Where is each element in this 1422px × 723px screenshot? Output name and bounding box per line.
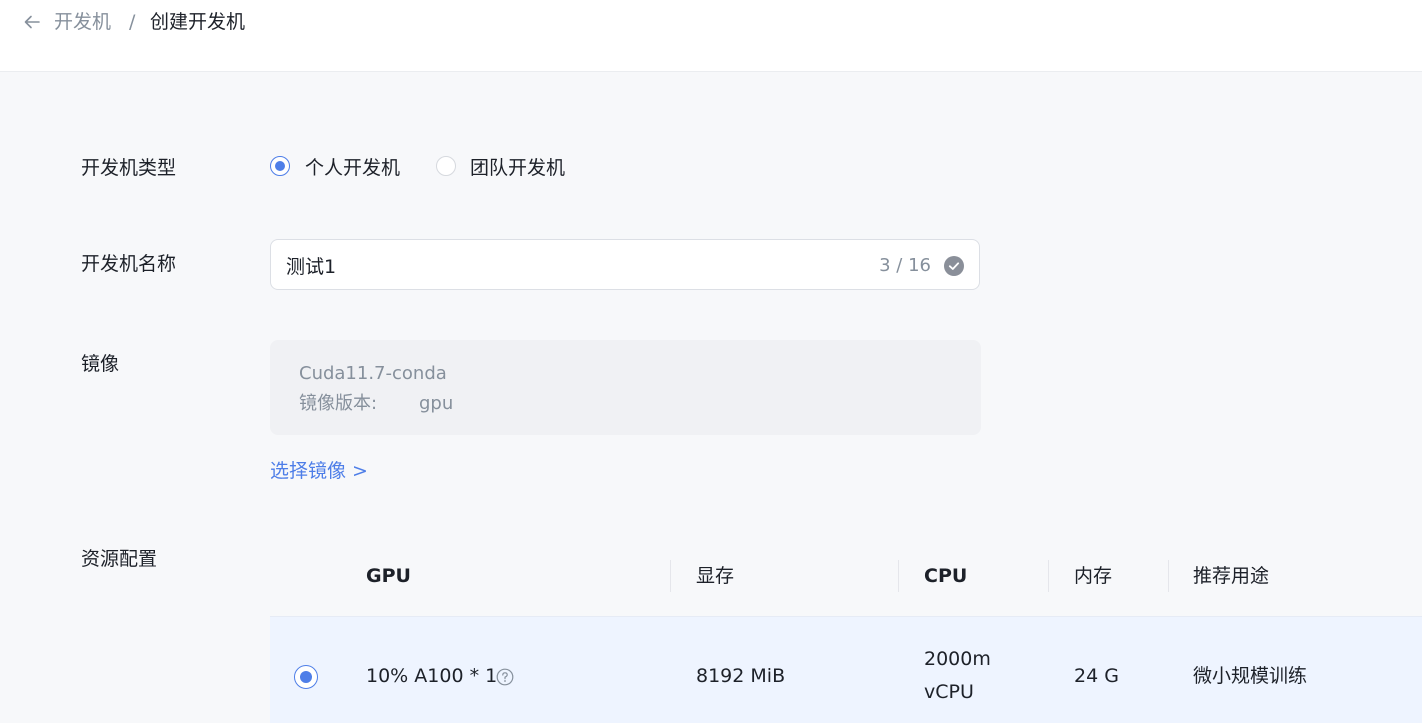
image-card: Cuda11.7-conda 镜像版本: gpu	[270, 340, 981, 435]
breadcrumb-parent-link[interactable]: 开发机	[54, 10, 111, 34]
column-header-cpu: CPU	[924, 565, 968, 587]
column-header-usage: 推荐用途	[1193, 565, 1270, 587]
memory-cell: 8192 MiB	[696, 665, 786, 687]
check-circle-icon	[944, 256, 964, 276]
table-row[interactable]: 10% A100 * 1 8192 MiB 2000m vCPU 24 G 微小…	[270, 616, 1422, 723]
arrow-left-icon[interactable]	[22, 12, 42, 32]
column-divider	[1048, 560, 1049, 592]
column-divider	[670, 560, 671, 592]
gpu-cell: 10% A100 * 1	[366, 665, 498, 687]
question-circle-icon[interactable]	[496, 668, 514, 686]
ram-cell: 24 G	[1074, 665, 1119, 687]
resource-label: 资源配置	[81, 548, 158, 570]
usage-cell: 微小规模训练	[1193, 665, 1308, 687]
top-bar: 开发机 / 创建开发机	[0, 0, 1422, 72]
column-header-gpu: GPU	[366, 565, 411, 587]
column-header-memory: 显存	[696, 565, 735, 587]
name-field[interactable]: 3 / 16	[270, 239, 980, 290]
image-label: 镜像	[81, 353, 120, 375]
type-personal-label[interactable]: 个人开发机	[305, 156, 400, 180]
breadcrumb-separator: /	[129, 11, 136, 33]
type-team-radio[interactable]	[436, 156, 456, 176]
char-counter: 3 / 16	[879, 255, 931, 276]
type-label: 开发机类型	[81, 157, 177, 179]
resource-table: GPU 显存 CPU 内存 推荐用途 10% A100 * 1 8192 MiB…	[270, 532, 1422, 723]
select-image-link[interactable]: 选择镜像 >	[270, 459, 368, 483]
row-select-radio[interactable]	[294, 665, 318, 689]
image-version-label: 镜像版本:	[299, 393, 378, 414]
image-name: Cuda11.7-conda	[299, 363, 447, 384]
type-personal-radio[interactable]	[270, 156, 290, 176]
type-team-label[interactable]: 团队开发机	[470, 156, 565, 180]
name-label: 开发机名称	[81, 253, 177, 275]
column-divider	[898, 560, 899, 592]
resource-table-header: GPU 显存 CPU 内存 推荐用途	[270, 532, 1422, 616]
page-title: 创建开发机	[150, 11, 246, 33]
column-divider	[1168, 560, 1169, 592]
cpu-cell-line1: 2000m	[924, 648, 991, 670]
image-version-value: gpu	[419, 393, 454, 414]
name-input[interactable]	[286, 252, 846, 278]
column-header-ram: 内存	[1074, 565, 1113, 587]
cpu-cell-line2: vCPU	[924, 681, 974, 703]
